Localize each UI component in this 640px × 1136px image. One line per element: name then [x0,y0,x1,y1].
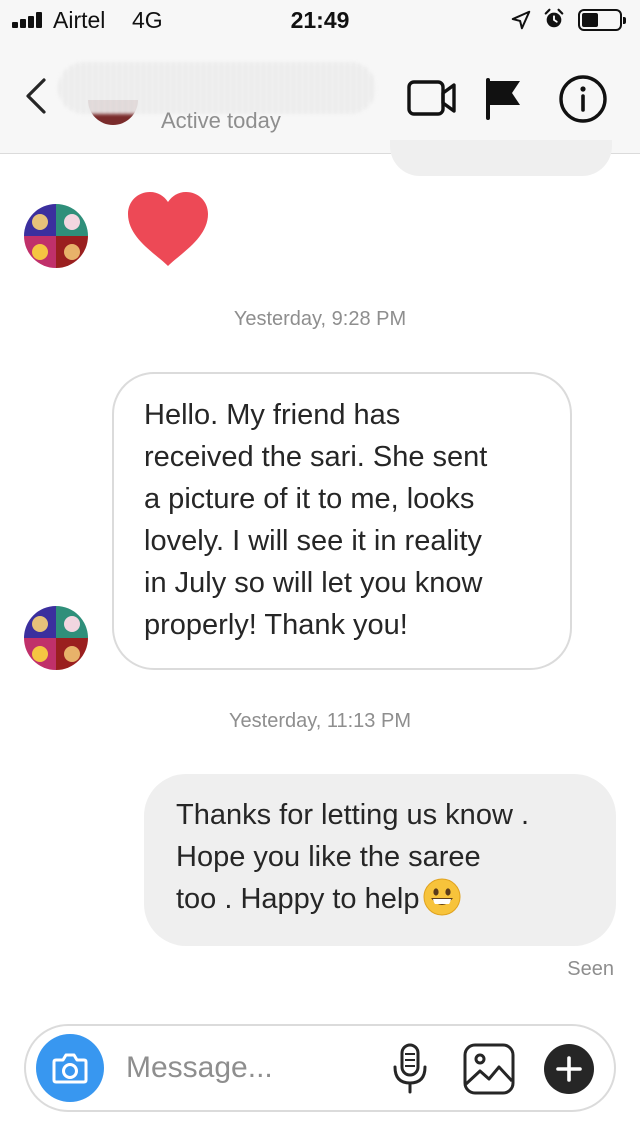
back-icon[interactable] [22,76,52,116]
message-input[interactable] [126,1046,366,1090]
message-text: Thanks for letting us know . Hope you li… [176,799,529,915]
status-bar: Airtel 4G 21:49 [0,0,640,40]
plus-icon [556,1056,582,1082]
gallery-icon[interactable] [462,1042,516,1096]
previous-message-bubble [390,140,612,176]
video-call-icon[interactable] [406,76,458,120]
seen-receipt: Seen [567,958,614,980]
message-text: Hello. My friend has received the sari. … [144,399,488,641]
microphone-icon[interactable] [390,1042,430,1096]
sender-avatar[interactable] [24,606,88,670]
camera-button[interactable] [36,1034,104,1102]
message-timestamp: Yesterday, 9:28 PM [233,308,407,330]
message-timestamp: Yesterday, 11:13 PM [229,710,411,732]
battery-fill [582,13,598,27]
outgoing-message-bubble[interactable]: Thanks for letting us know . Hope you li… [144,774,616,946]
heart-reaction-icon[interactable] [126,190,210,268]
incoming-message-bubble[interactable]: Hello. My friend has received the sari. … [112,372,572,670]
sender-avatar[interactable] [24,204,88,268]
location-icon [511,10,531,30]
camera-icon [52,1053,88,1084]
redacted-contact-name[interactable] [58,62,376,114]
flag-icon[interactable] [484,76,524,120]
active-status: Active today [161,108,281,133]
info-icon[interactable] [558,74,608,124]
grinning-face-emoji [423,878,461,916]
chat-header: Active today [0,40,640,154]
plus-button[interactable] [544,1044,594,1094]
alarm-icon [544,8,564,28]
battery-icon [578,9,626,31]
message-composer [24,1024,616,1112]
